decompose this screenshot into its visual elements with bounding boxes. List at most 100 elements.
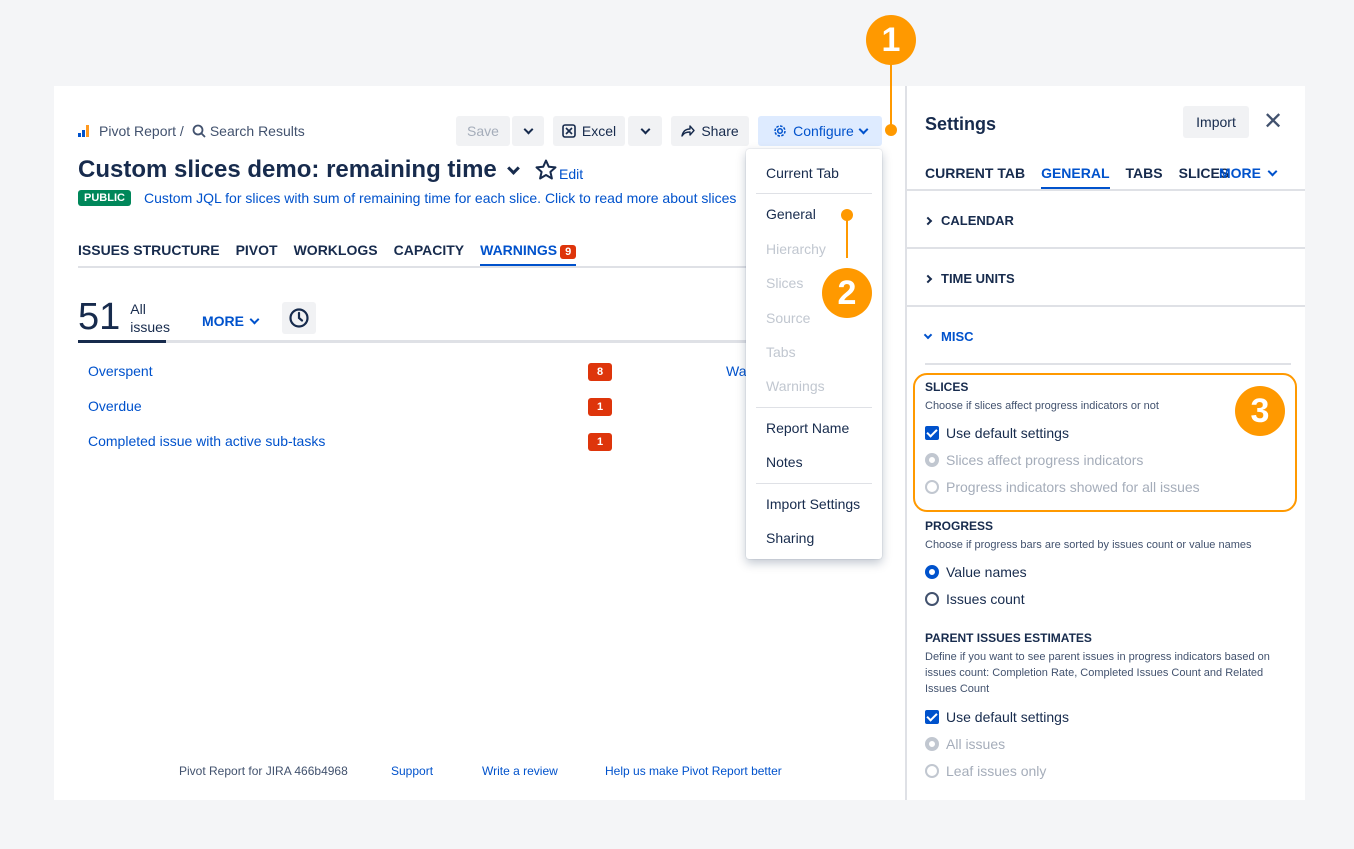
parent-leaf-issues-label: Leaf issues only — [946, 763, 1047, 779]
footer-support-link[interactable]: Support — [391, 764, 433, 778]
parent-all-issues-label: All issues — [946, 736, 1006, 752]
settings-title: Settings — [925, 114, 997, 134]
progress-issues-count-radio[interactable]: Issues count — [925, 591, 1025, 607]
breadcrumb: Pivot Report / Search Results — [78, 123, 305, 139]
parent-default-label: Use default settings — [946, 709, 1069, 725]
warning-overspent[interactable]: Overspent — [88, 363, 153, 379]
chevron-down-icon — [1267, 166, 1278, 176]
section-misc[interactable]: MISC — [923, 329, 974, 344]
warning-overdue-count: 1 — [588, 398, 612, 416]
excel-label: Excel — [581, 123, 617, 139]
callout-2: 2 — [822, 268, 872, 318]
callout-2-line — [846, 218, 848, 258]
menu-item-warnings: Warnings — [766, 378, 825, 394]
configure-label: Configure — [793, 123, 854, 139]
footer-help-link[interactable]: Help us make Pivot Report better — [605, 764, 782, 778]
menu-item-report-name[interactable]: Report Name — [766, 420, 849, 436]
chevron-down-icon[interactable] — [506, 161, 520, 175]
tab-tabs[interactable]: TABS — [1126, 165, 1163, 190]
callout-1-dot — [885, 124, 897, 136]
share-icon — [681, 125, 696, 137]
excel-button[interactable]: Excel — [553, 116, 625, 146]
warning-completed-with-subtasks[interactable]: Completed issue with active sub-tasks — [88, 433, 325, 449]
tab-general[interactable]: GENERAL — [1041, 165, 1110, 190]
configure-menu: Current Tab General Hierarchy Slices Sou… — [746, 149, 882, 559]
truncated-link[interactable]: Wa — [726, 363, 746, 379]
tabs-divider — [78, 266, 748, 268]
menu-item-slices: Slices — [766, 275, 804, 291]
slices-highlight-box — [913, 373, 1297, 512]
chevron-down-icon — [523, 124, 533, 134]
excel-icon — [562, 124, 576, 138]
footer-review-link[interactable]: Write a review — [482, 764, 558, 778]
menu-item-current-tab[interactable]: Current Tab — [766, 165, 839, 181]
tab-capacity[interactable]: CAPACITY — [394, 242, 465, 267]
warning-overdue[interactable]: Overdue — [88, 398, 142, 414]
share-button[interactable]: Share — [671, 116, 749, 146]
gear-icon — [774, 125, 786, 137]
menu-divider — [756, 483, 872, 484]
parent-all-issues-radio: All issues — [925, 736, 1005, 752]
misc-divider — [925, 363, 1291, 365]
report-description-link[interactable]: Custom JQL for slices with sum of remain… — [144, 190, 736, 206]
menu-item-notes[interactable]: Notes — [766, 454, 803, 470]
settings-tabs-divider — [907, 189, 1305, 191]
settings-more-dropdown[interactable]: MORE — [1219, 165, 1278, 181]
star-icon[interactable] — [534, 158, 558, 182]
page-title: Custom slices demo: remaining time — [78, 156, 558, 184]
tab-current-tab[interactable]: CURRENT TAB — [925, 165, 1025, 190]
tab-warnings-label: WARNINGS — [480, 242, 558, 258]
configure-button[interactable]: Configure — [758, 116, 882, 146]
tab-pivot[interactable]: PIVOT — [236, 242, 278, 267]
count-active-indicator — [78, 340, 166, 343]
issues-count-number: 51 — [78, 296, 121, 338]
public-badge: PUBLIC — [78, 190, 131, 206]
save-button[interactable]: Save — [456, 116, 510, 146]
progress-value-names-label: Value names — [946, 564, 1027, 580]
section-time-units[interactable]: TIME UNITS — [923, 271, 1015, 286]
progress-value-names-radio[interactable]: Value names — [925, 564, 1027, 580]
menu-item-tabs: Tabs — [766, 344, 796, 360]
parent-estimates-heading: PARENT ISSUES ESTIMATES — [925, 631, 1092, 645]
parent-default-checkbox[interactable]: Use default settings — [925, 709, 1069, 725]
import-button[interactable]: Import — [1183, 106, 1249, 138]
breadcrumb-app-link[interactable]: Pivot Report / — [99, 123, 184, 139]
menu-item-import-settings[interactable]: Import Settings — [766, 496, 860, 512]
menu-item-sharing[interactable]: Sharing — [766, 530, 814, 546]
progress-heading: PROGRESS — [925, 519, 994, 533]
more-dropdown[interactable]: MORE — [202, 313, 260, 329]
more-label: MORE — [202, 313, 244, 329]
settings-tabs: CURRENT TAB GENERAL TABS SLICES — [925, 165, 1229, 190]
chevron-down-icon — [858, 124, 869, 134]
callout-3: 3 — [1235, 386, 1285, 436]
menu-item-hierarchy: Hierarchy — [766, 241, 826, 257]
tab-worklogs[interactable]: WORKLOGS — [294, 242, 378, 267]
report-title[interactable]: Custom slices demo: remaining time — [78, 156, 497, 184]
issues-count-label: All issues — [130, 300, 170, 336]
menu-divider — [756, 193, 872, 194]
warnings-count-badge: 9 — [560, 245, 577, 259]
edit-link[interactable]: Edit — [559, 166, 583, 182]
report-tabs: ISSUES STRUCTURE PIVOT WORKLOGS CAPACITY… — [78, 242, 577, 267]
excel-options-button[interactable] — [628, 116, 662, 146]
progress-issues-count-label: Issues count — [946, 591, 1025, 607]
warning-completed-with-subtasks-count: 1 — [588, 433, 612, 451]
close-icon[interactable]: ✕ — [1263, 108, 1283, 136]
clock-icon — [289, 308, 309, 328]
save-options-button[interactable] — [512, 116, 544, 146]
chevron-down-icon — [249, 314, 260, 324]
callout-1-line — [890, 64, 892, 126]
breadcrumb-search-link[interactable]: Search Results — [210, 123, 305, 139]
section-calendar[interactable]: CALENDAR — [923, 213, 1014, 228]
menu-item-general[interactable]: General — [766, 206, 816, 222]
section-misc-label: MISC — [941, 329, 974, 344]
history-button[interactable] — [282, 302, 316, 334]
section-divider — [907, 247, 1305, 249]
tab-warnings[interactable]: WARNINGS 9 — [480, 242, 577, 267]
section-calendar-label: CALENDAR — [941, 213, 1014, 228]
tab-issues-structure[interactable]: ISSUES STRUCTURE — [78, 242, 220, 267]
chevron-down-icon — [640, 124, 650, 134]
section-divider — [907, 305, 1305, 307]
issues-count[interactable]: 51 All issues — [78, 298, 170, 336]
pivot-report-logo-icon — [78, 125, 92, 137]
